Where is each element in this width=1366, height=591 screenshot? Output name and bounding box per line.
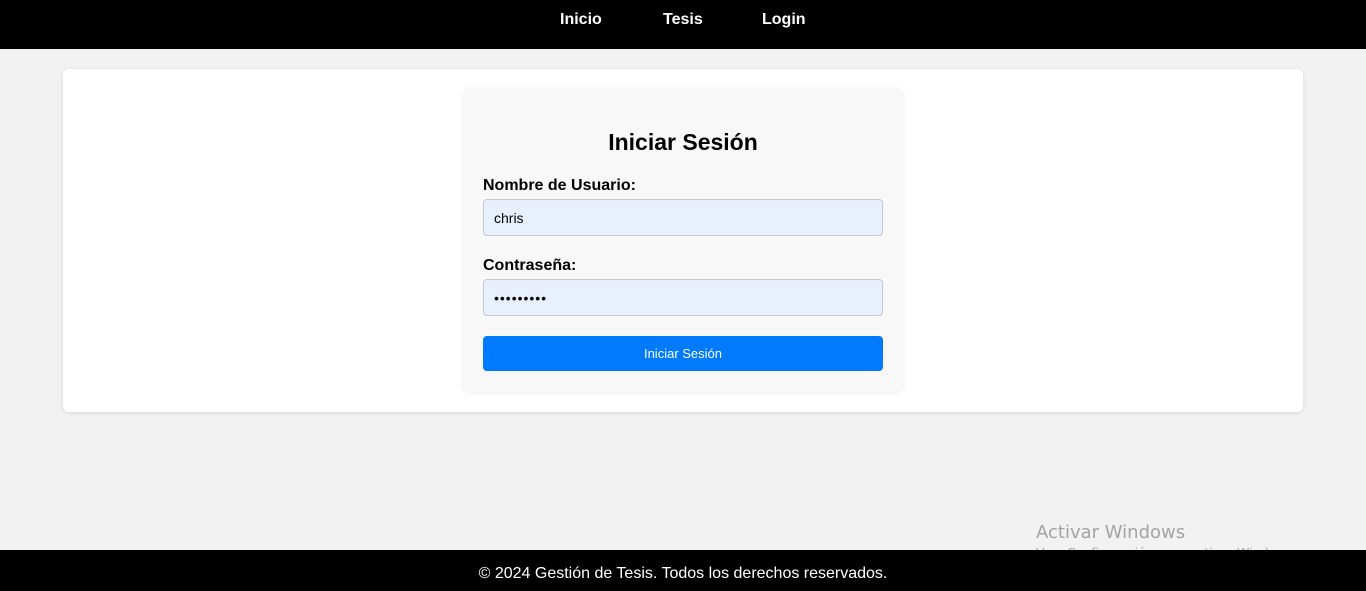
nav-link-tesis[interactable]: Tesis [663, 10, 703, 29]
login-submit-button[interactable]: Iniciar Sesión [483, 336, 883, 371]
footer-copyright: © 2024 Gestión de Tesis. Todos los derec… [478, 565, 888, 582]
nav-link-login[interactable]: Login [762, 10, 806, 29]
top-navigation: Inicio Tesis Login [0, 0, 1366, 49]
page-footer: © 2024 Gestión de Tesis. Todos los derec… [0, 550, 1366, 591]
login-form: Iniciar Sesión Nombre de Usuario: Contra… [463, 88, 903, 392]
nav-link-inicio[interactable]: Inicio [560, 10, 602, 29]
username-input[interactable] [483, 199, 883, 236]
password-input[interactable] [483, 279, 883, 316]
main-content-card: Iniciar Sesión Nombre de Usuario: Contra… [63, 69, 1303, 412]
password-label: Contraseña: [483, 257, 577, 274]
watermark-title: Activar Windows [1036, 522, 1186, 543]
username-label: Nombre de Usuario: [483, 177, 636, 194]
login-title: Iniciar Sesión [608, 129, 758, 155]
